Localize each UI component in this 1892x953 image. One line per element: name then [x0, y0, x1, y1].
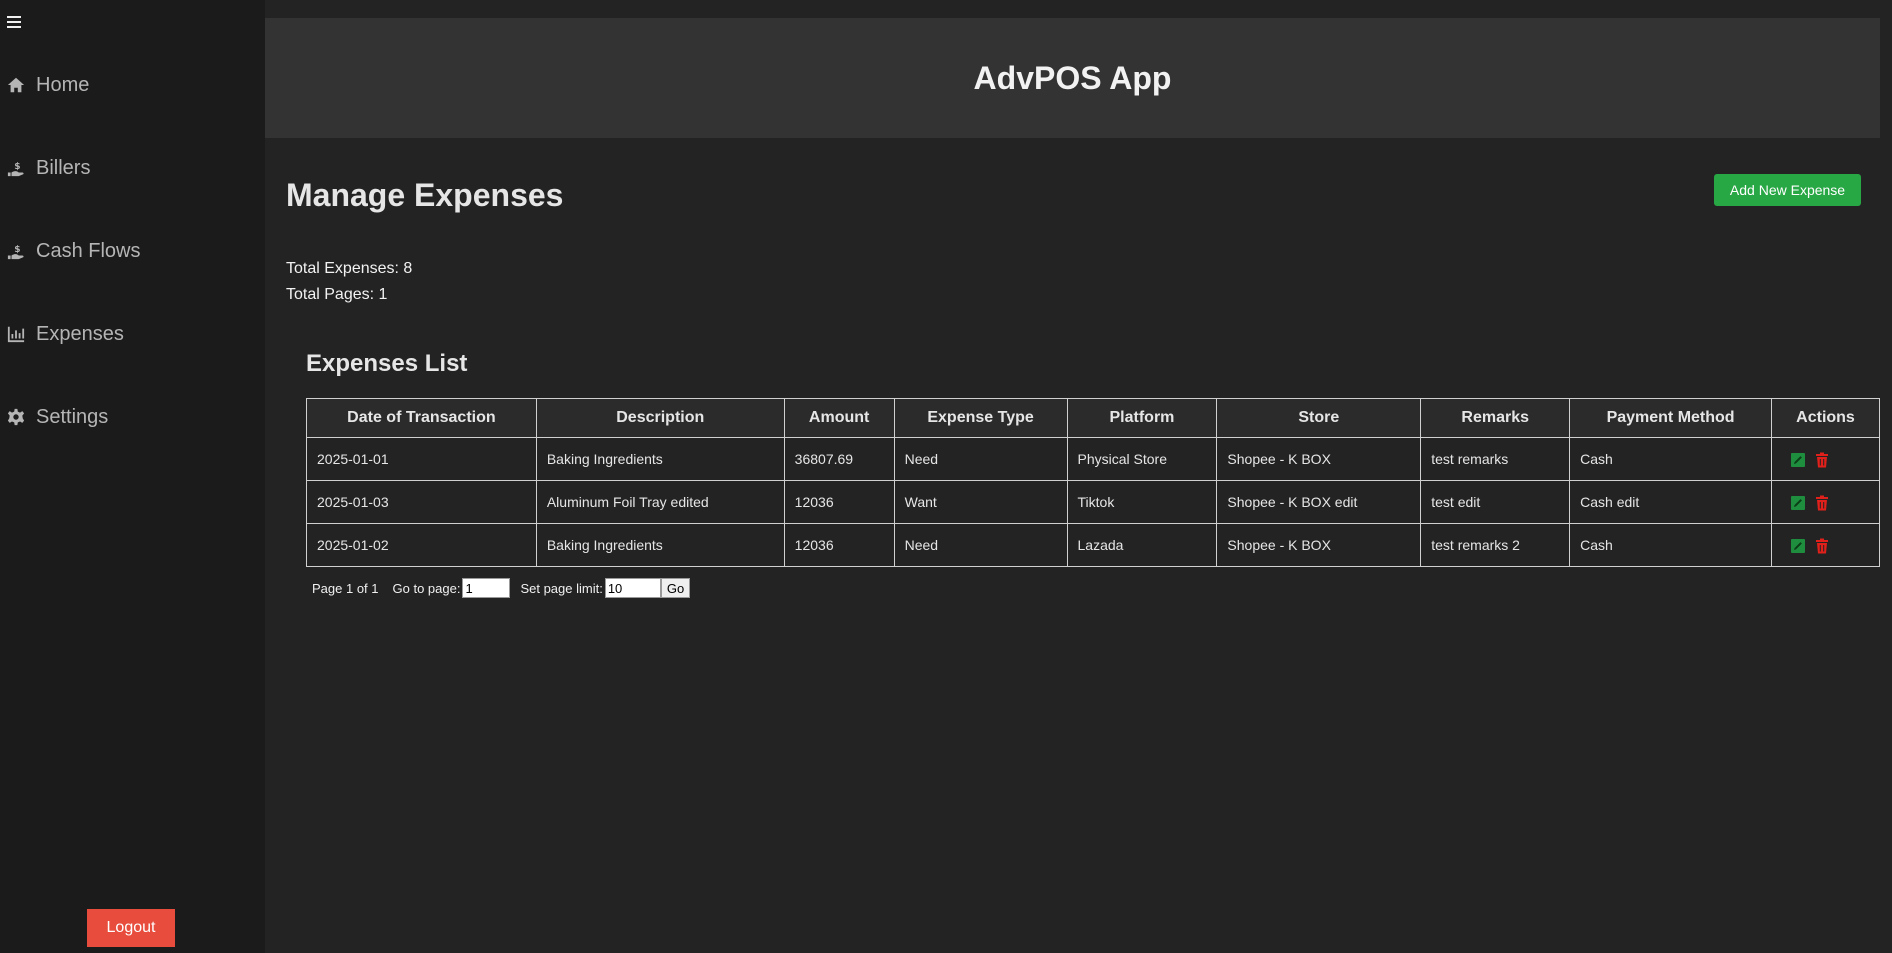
trash-icon[interactable] [1814, 495, 1830, 511]
column-header: Remarks [1420, 398, 1571, 438]
column-header: Date of Transaction [306, 398, 537, 438]
goto-page-label: Go to page: [392, 580, 461, 596]
column-header: Store [1216, 398, 1422, 438]
logout-button[interactable]: Logout [87, 909, 175, 947]
column-header: Expense Type [893, 398, 1068, 438]
sidebar-item-label: Cash Flows [36, 239, 141, 262]
table-cell: Aluminum Foil Tray edited [535, 480, 785, 524]
table-cell: Shopee - K BOX edit [1216, 480, 1422, 524]
table-cell: 36807.69 [783, 437, 895, 481]
expenses-table: Date of Transaction Description Amount E… [306, 398, 1880, 567]
hand-dollar-icon: $ [6, 158, 26, 178]
table-cell: Baking Ingredients [535, 523, 785, 567]
sidebar-item-cash-flows[interactable]: $ Cash Flows [0, 231, 265, 271]
table-cell: Cash [1569, 523, 1772, 567]
goto-page-input[interactable] [462, 578, 511, 598]
svg-text:$: $ [14, 245, 20, 255]
column-header: Platform [1066, 398, 1218, 438]
sidebar-item-home[interactable]: Home [0, 65, 265, 105]
hand-dollar-icon: $ [6, 241, 26, 261]
table-cell: 12036 [783, 480, 895, 524]
table-cell: test edit [1420, 480, 1571, 524]
gear-icon [6, 407, 26, 427]
edit-icon[interactable] [1790, 495, 1806, 511]
page-info: Page 1 of 1 [312, 580, 379, 596]
menu-icon[interactable] [7, 16, 21, 28]
sidebar-item-label: Billers [36, 156, 91, 179]
table-row: 2025-01-02 Baking Ingredients 12036 Need… [306, 523, 1880, 567]
table-row: 2025-01-01 Baking Ingredients 36807.69 N… [306, 437, 1880, 481]
page-title: Manage Expenses [286, 177, 564, 213]
trash-icon[interactable] [1814, 538, 1830, 554]
table-cell: Lazada [1066, 523, 1218, 567]
table-cell: 12036 [783, 523, 895, 567]
list-title: Expenses List [306, 350, 468, 377]
sidebar: Home $ Billers $ Cash Flows Expenses Set… [0, 0, 265, 953]
table-cell: Tiktok [1066, 480, 1218, 524]
table-cell: 2025-01-01 [306, 437, 537, 481]
table-cell: test remarks [1420, 437, 1571, 481]
table-cell: Shopee - K BOX [1216, 523, 1422, 567]
table-cell: Physical Store [1066, 437, 1218, 481]
table-cell: Baking Ingredients [535, 437, 785, 481]
total-expenses: Total Expenses: 8 [286, 260, 413, 277]
edit-icon[interactable] [1790, 538, 1806, 554]
edit-icon[interactable] [1790, 452, 1806, 468]
app-title: AdvPOS App [973, 59, 1172, 96]
column-header: Payment Method [1569, 398, 1772, 438]
table-cell: Need [893, 523, 1068, 567]
table-cell: test remarks 2 [1420, 523, 1571, 567]
main-content: AdvPOS App Manage Expenses Add New Expen… [265, 0, 1892, 953]
actions-cell [1771, 480, 1880, 524]
go-button[interactable]: Go [660, 578, 691, 598]
table-cell: 2025-01-03 [306, 480, 537, 524]
column-header: Actions [1771, 398, 1880, 438]
table-cell: Cash [1569, 437, 1772, 481]
sidebar-item-billers[interactable]: $ Billers [0, 148, 265, 188]
svg-text:$: $ [14, 162, 20, 172]
bar-chart-icon [6, 324, 26, 344]
sidebar-item-label: Expenses [36, 322, 124, 345]
sidebar-item-settings[interactable]: Settings [0, 397, 265, 437]
add-expense-button[interactable]: Add New Expense [1714, 174, 1861, 206]
expense-stats: Total Expenses: 8 Total Pages: 1 [286, 256, 412, 308]
table-cell: Shopee - K BOX [1216, 437, 1422, 481]
home-icon [6, 75, 26, 95]
actions-cell [1771, 523, 1880, 567]
table-row: 2025-01-03 Aluminum Foil Tray edited 120… [306, 480, 1880, 524]
trash-icon[interactable] [1814, 452, 1830, 468]
table-cell: Want [893, 480, 1068, 524]
pagination: Page 1 of 1 Go to page: Set page limit: … [312, 578, 691, 598]
page-limit-input[interactable] [604, 578, 661, 598]
table-cell: Need [893, 437, 1068, 481]
table-cell: 2025-01-02 [306, 523, 537, 567]
column-header: Amount [783, 398, 895, 438]
sidebar-item-expenses[interactable]: Expenses [0, 314, 265, 354]
page-limit-label: Set page limit: [520, 580, 603, 596]
column-header: Description [535, 398, 785, 438]
sidebar-item-label: Settings [36, 405, 109, 428]
table-header-row: Date of Transaction Description Amount E… [306, 398, 1880, 438]
sidebar-item-label: Home [36, 73, 90, 96]
app-header: AdvPOS App [265, 18, 1880, 138]
total-pages: Total Pages: 1 [286, 286, 388, 303]
actions-cell [1771, 437, 1880, 481]
table-cell: Cash edit [1569, 480, 1772, 524]
